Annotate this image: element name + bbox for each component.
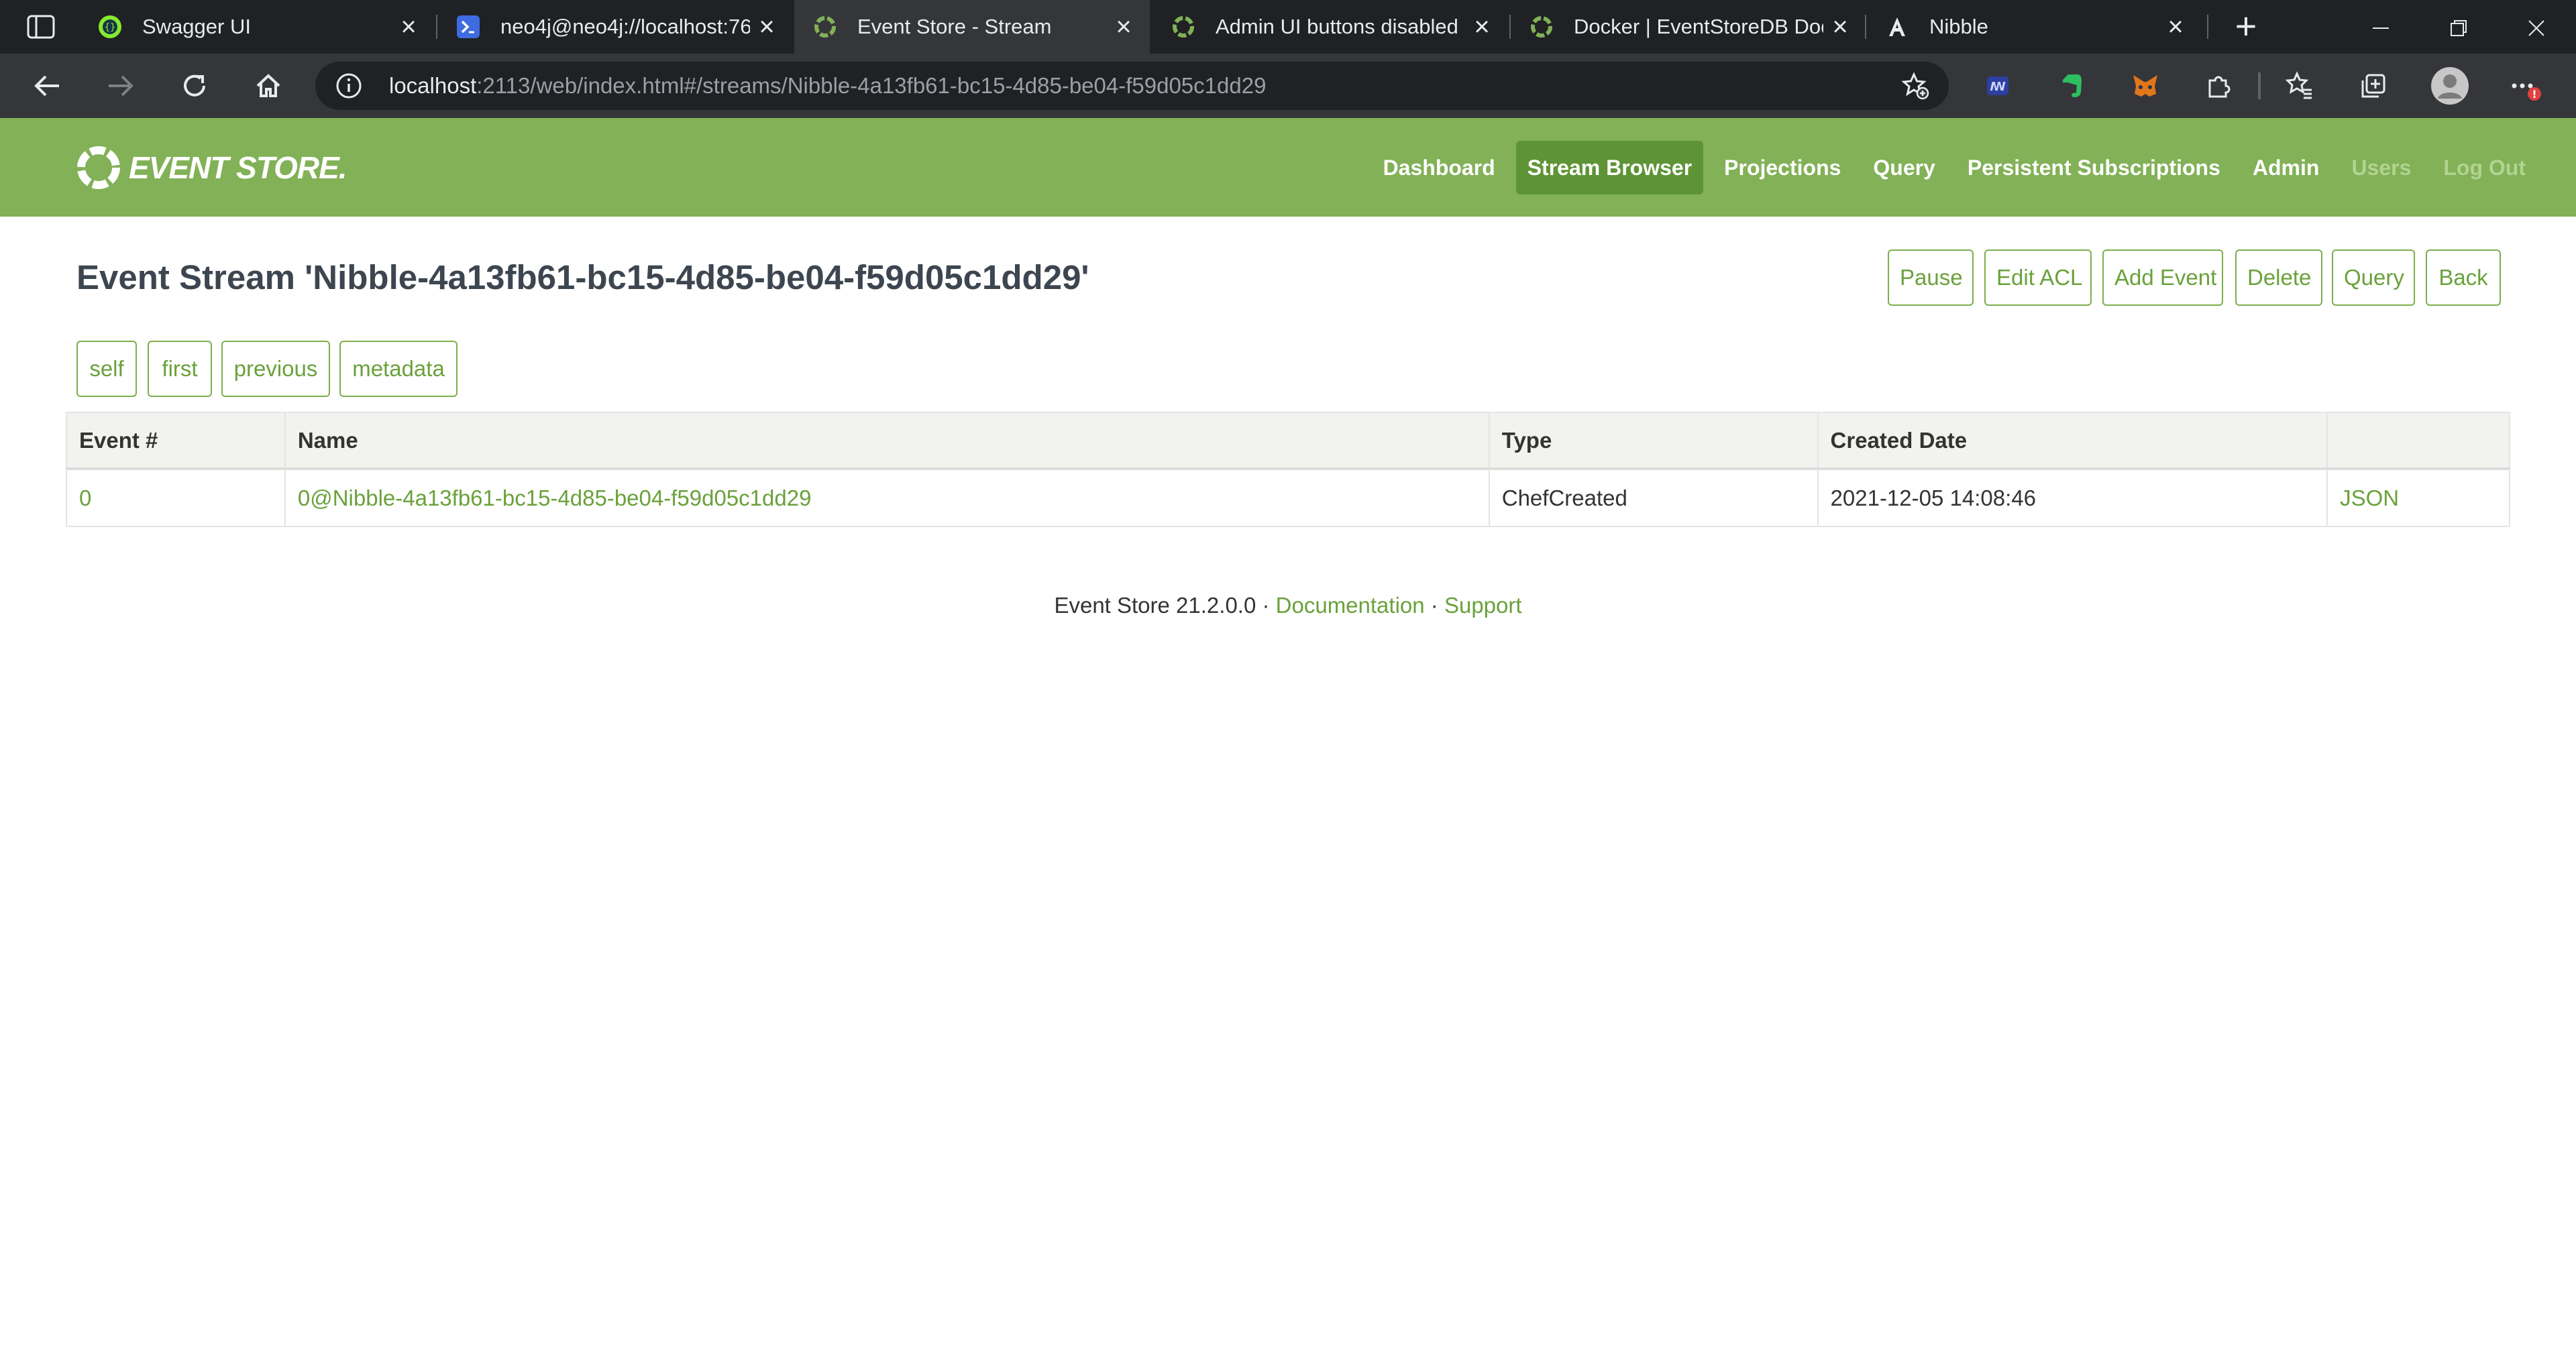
event-created-date: 2021-12-05 14:08:46 bbox=[1817, 468, 2328, 527]
browser-tab-swagger[interactable]: {} Swagger UI × bbox=[79, 0, 435, 54]
url-text[interactable]: localhost:2113/web/index.html#/streams/N… bbox=[389, 62, 1266, 110]
favorites-icon[interactable] bbox=[2284, 70, 2316, 102]
nav-persistent-subscriptions[interactable]: Persistent Subscriptions bbox=[1956, 141, 2232, 194]
footer-separator: · bbox=[1424, 593, 1444, 618]
event-number-link[interactable]: 0 bbox=[66, 468, 286, 527]
url-host: localhost bbox=[389, 73, 477, 98]
svg-text:ꟿ: ꟿ bbox=[1990, 80, 2006, 94]
refresh-icon[interactable] bbox=[176, 67, 213, 105]
browser-tab-bar: {} Swagger UI × neo4j@neo4j://localhost:… bbox=[0, 0, 2576, 54]
minimize-icon[interactable] bbox=[2344, 0, 2418, 54]
metadata-link-button[interactable]: metadata bbox=[339, 341, 458, 397]
nav-query[interactable]: Query bbox=[1862, 141, 1946, 194]
window-close-icon[interactable] bbox=[2500, 0, 2573, 54]
page-title: Event Stream 'Nibble-4a13fb61-bc15-4d85-… bbox=[76, 258, 1089, 296]
nav-projections[interactable]: Projections bbox=[1713, 141, 1852, 194]
previous-link-button[interactable]: previous bbox=[221, 341, 330, 397]
notification-badge: ! bbox=[2532, 88, 2536, 101]
event-name-link[interactable]: 0@Nibble-4a13fb61-bc15-4d85-be04-f59d05c… bbox=[284, 468, 1490, 527]
tab-title: Docker | EventStoreDB Doc bbox=[1574, 15, 1823, 38]
swagger-icon: {} bbox=[99, 15, 121, 38]
eventstore-icon bbox=[1173, 16, 1194, 38]
column-header-created-date: Created Date bbox=[1817, 412, 2328, 470]
nav-dashboard[interactable]: Dashboard bbox=[1372, 141, 1507, 194]
table-header-row: Event # Name Type Created Date bbox=[66, 412, 2510, 470]
add-event-button[interactable]: Add Event bbox=[2102, 249, 2223, 306]
close-icon[interactable]: × bbox=[1465, 0, 1499, 54]
new-tab-button[interactable]: + bbox=[2229, 7, 2263, 45]
svg-text:{}: {} bbox=[105, 22, 116, 33]
nav-log-out[interactable]: Log Out bbox=[2432, 141, 2537, 194]
angular-icon bbox=[1889, 17, 1905, 36]
logo-text: EVENT STORE. bbox=[129, 150, 347, 185]
tab-title: Admin UI buttons disabled bbox=[1216, 15, 1458, 38]
nav-admin[interactable]: Admin bbox=[2241, 141, 2331, 194]
tab-title: Event Store - Stream bbox=[857, 15, 1052, 38]
site-info-icon[interactable] bbox=[335, 72, 362, 99]
self-link-button[interactable]: self bbox=[76, 341, 137, 397]
forward-icon[interactable] bbox=[102, 67, 140, 105]
back-icon[interactable] bbox=[28, 67, 66, 105]
table-row: 0 0@Nibble-4a13fb61-bc15-4d85-be04-f59d0… bbox=[66, 468, 2510, 527]
nav-users[interactable]: Users bbox=[2340, 141, 2422, 194]
column-header-name: Name bbox=[284, 412, 1490, 470]
main-nav: Dashboard Stream Browser Projections Que… bbox=[1362, 141, 2537, 194]
pause-button[interactable]: Pause bbox=[1888, 249, 1974, 306]
restore-icon[interactable] bbox=[2422, 0, 2496, 54]
query-button[interactable]: Query bbox=[2332, 249, 2415, 306]
metamask-icon[interactable] bbox=[2129, 70, 2161, 102]
eventstore-icon bbox=[814, 16, 836, 38]
terminal-icon bbox=[457, 15, 480, 38]
add-favorite-icon[interactable] bbox=[1900, 71, 1930, 101]
event-type: ChefCreated bbox=[1488, 468, 1819, 527]
browser-tab-nibble[interactable]: Nibble × bbox=[1866, 0, 2202, 54]
address-bar[interactable]: localhost:2113/web/index.html#/streams/N… bbox=[315, 62, 1949, 110]
column-header-type: Type bbox=[1488, 412, 1819, 470]
browser-tab-admin-ui[interactable]: Admin UI buttons disabled × bbox=[1152, 0, 1508, 54]
close-icon[interactable]: × bbox=[2159, 0, 2192, 54]
tab-separator bbox=[2207, 15, 2208, 39]
browser-toolbar: localhost:2113/web/index.html#/streams/N… bbox=[0, 54, 2576, 118]
browser-tab-neo4j[interactable]: neo4j@neo4j://localhost:76 × bbox=[437, 0, 793, 54]
ublock-icon[interactable]: ꟿ bbox=[1982, 70, 2014, 102]
event-store-logo[interactable]: EVENT STORE. bbox=[75, 142, 347, 193]
tab-title: Nibble bbox=[1929, 15, 1988, 38]
toolbar-divider bbox=[2258, 72, 2261, 99]
close-icon[interactable]: × bbox=[750, 0, 784, 54]
footer: Event Store 21.2.0.0 · Documentation · S… bbox=[0, 593, 2576, 618]
support-link[interactable]: Support bbox=[1444, 593, 1522, 618]
close-icon[interactable]: × bbox=[1823, 0, 1857, 54]
evernote-icon[interactable] bbox=[2055, 70, 2088, 102]
tab-title: neo4j@neo4j://localhost:76 bbox=[500, 15, 750, 38]
edit-acl-button[interactable]: Edit ACL bbox=[1984, 249, 2092, 306]
documentation-link[interactable]: Documentation bbox=[1276, 593, 1425, 618]
tab-title: Swagger UI bbox=[142, 15, 251, 38]
app-header: EVENT STORE. Dashboard Stream Browser Pr… bbox=[0, 118, 2576, 217]
close-icon[interactable]: × bbox=[1107, 0, 1140, 54]
close-icon[interactable]: × bbox=[392, 0, 425, 54]
more-icon[interactable]: ! bbox=[2509, 70, 2541, 102]
back-button[interactable]: Back bbox=[2426, 249, 2501, 306]
event-json-link[interactable]: JSON bbox=[2326, 468, 2510, 527]
profile-icon[interactable] bbox=[2430, 66, 2470, 106]
eventstore-icon bbox=[1531, 16, 1552, 38]
browser-tab-eventstore-active[interactable]: Event Store - Stream × bbox=[794, 0, 1150, 54]
event-store-logo-icon bbox=[77, 146, 120, 189]
home-icon[interactable] bbox=[250, 67, 287, 105]
events-table: Event # Name Type Created Date 0 0@Nibbl… bbox=[66, 412, 2510, 527]
url-path: :2113/web/index.html#/streams/Nibble-4a1… bbox=[476, 73, 1267, 98]
column-header-actions bbox=[2326, 412, 2510, 470]
nav-stream-browser[interactable]: Stream Browser bbox=[1515, 141, 1704, 194]
column-header-event-number: Event # bbox=[66, 412, 286, 470]
first-link-button[interactable]: first bbox=[148, 341, 212, 397]
collections-icon[interactable] bbox=[2357, 70, 2390, 102]
footer-version: Event Store 21.2.0.0 bbox=[1054, 593, 1256, 618]
browser-tab-docker-docs[interactable]: Docker | EventStoreDB Doc × bbox=[1511, 0, 1866, 54]
footer-separator: · bbox=[1256, 593, 1276, 618]
delete-button[interactable]: Delete bbox=[2235, 249, 2322, 306]
puzzle-icon[interactable] bbox=[2203, 70, 2235, 102]
tab-actions-icon[interactable] bbox=[27, 15, 55, 39]
